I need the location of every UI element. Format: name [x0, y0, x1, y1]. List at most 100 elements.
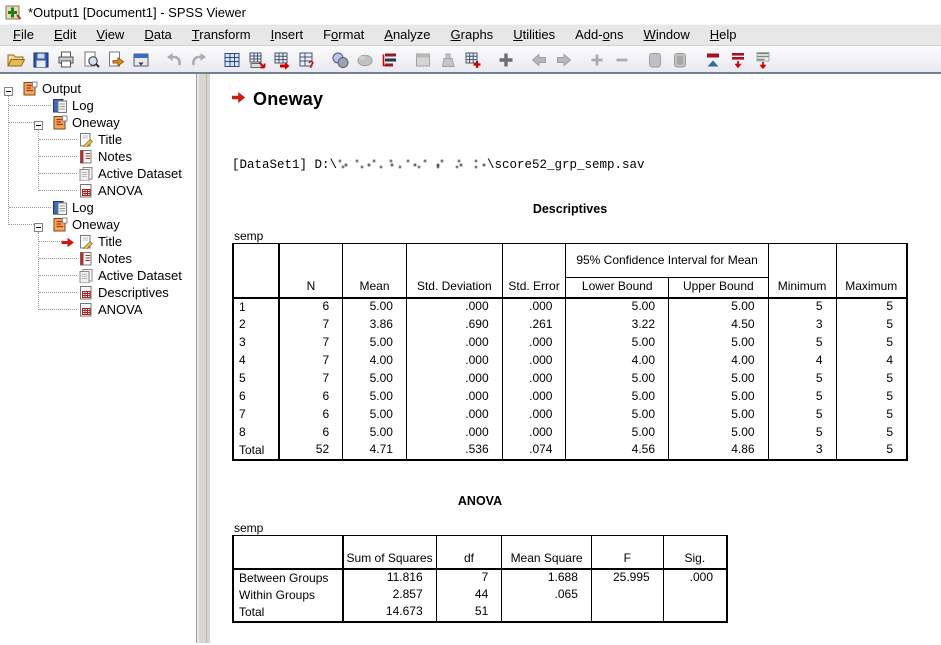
outline-item-notes[interactable]: Notes — [0, 148, 196, 165]
table-cell: 2.857 — [343, 587, 437, 604]
row-label: 8 — [233, 424, 279, 442]
menu-help[interactable]: Help — [700, 25, 747, 45]
open-file-button[interactable] — [3, 48, 28, 71]
menu-utilities[interactable]: Utilities — [503, 25, 565, 45]
menu-graphs[interactable]: Graphs — [441, 25, 504, 45]
window-title: *Output1 [Document1] - SPSS Viewer — [28, 5, 246, 20]
show-output-icon — [645, 50, 665, 70]
tree-connector — [39, 173, 77, 174]
row-label: 3 — [233, 334, 279, 352]
outline-item-output[interactable]: Output — [0, 80, 196, 97]
outline-item-notes[interactable]: Notes — [0, 250, 196, 267]
anova-table[interactable]: Sum of SquaresdfMean SquareFSig.Between … — [232, 535, 728, 624]
outline-pane: OutputLogOnewayTitleNotesActive DatasetA… — [0, 74, 197, 643]
menu-data[interactable]: Data — [134, 25, 181, 45]
ci-group-header: 95% Confidence Interval for Mean — [566, 244, 768, 278]
table-cell: 5.00 — [669, 406, 769, 424]
table-cell: 5.00 — [343, 298, 407, 316]
outline-item-oneway[interactable]: Oneway — [0, 114, 196, 131]
outline-item-label: Log — [72, 200, 94, 215]
insert-heading-icon — [728, 50, 748, 70]
pane-splitter[interactable] — [197, 74, 210, 643]
insert-text-button[interactable] — [750, 48, 775, 71]
table-cell: 5.00 — [566, 370, 669, 388]
tree-connector — [39, 156, 77, 157]
find-button[interactable] — [327, 48, 352, 71]
outline-item-title[interactable]: Title — [0, 233, 196, 250]
hide-output-icon — [670, 50, 690, 70]
menu-analyze[interactable]: Analyze — [374, 25, 440, 45]
table-cell: .000 — [406, 352, 502, 370]
insert-heading-button[interactable] — [725, 48, 750, 71]
menu-edit[interactable]: Edit — [44, 25, 86, 45]
goto-data-button[interactable] — [244, 48, 269, 71]
outline-item-anova[interactable]: ANOVA — [0, 301, 196, 318]
outline-item-title[interactable]: Title — [0, 131, 196, 148]
descriptives-table[interactable]: NMeanStd. DeviationStd. Error95% Confide… — [232, 243, 908, 461]
table-cell: .074 — [502, 442, 566, 460]
outline-item-label: Notes — [98, 251, 132, 266]
table-cell: 5.00 — [566, 406, 669, 424]
notes-icon — [78, 149, 94, 164]
outline-item-anova[interactable]: ANOVA — [0, 182, 196, 199]
table-cell: 5 — [768, 406, 836, 424]
print-preview-button[interactable] — [78, 48, 103, 71]
collapse-all-button[interactable] — [700, 48, 725, 71]
table-cell: .000 — [406, 388, 502, 406]
print-button[interactable] — [53, 48, 78, 71]
insert-table-button[interactable] — [460, 48, 485, 71]
row-label: 6 — [233, 388, 279, 406]
use-sets-button[interactable] — [377, 48, 402, 71]
collapse-expander-icon[interactable] — [34, 118, 43, 127]
variables-button[interactable]: ? — [294, 48, 319, 71]
select-last-output-button — [352, 48, 377, 71]
table-cell: 5 — [836, 298, 907, 316]
collapse-all-icon — [703, 50, 723, 70]
outline-item-log[interactable]: Log — [0, 97, 196, 114]
anova-corner-cell — [233, 535, 343, 569]
outline-item-active-dataset[interactable]: Active Dataset — [0, 267, 196, 284]
menu-window[interactable]: Window — [634, 25, 700, 45]
collapse-outline-button — [609, 48, 634, 71]
title-icon — [78, 234, 94, 249]
outline-item-oneway[interactable]: Oneway — [0, 216, 196, 233]
goto-table-button[interactable] — [219, 48, 244, 71]
collapse-expander-icon[interactable] — [34, 220, 43, 229]
table-icon — [78, 183, 94, 198]
table-cell: 5 — [768, 370, 836, 388]
export-output-button[interactable] — [103, 48, 128, 71]
menu-file[interactable]: File — [3, 25, 44, 45]
menu-transform[interactable]: Transform — [182, 25, 261, 45]
menu-format[interactable]: Format — [313, 25, 374, 45]
table-cell: 4.00 — [566, 352, 669, 370]
select-last-output-icon — [355, 50, 375, 70]
column-header: Maximum — [836, 244, 907, 298]
dataset-icon — [78, 166, 94, 181]
outline-item-active-dataset[interactable]: Active Dataset — [0, 165, 196, 182]
recall-dialogs-button[interactable] — [128, 48, 153, 71]
save-file-button[interactable] — [28, 48, 53, 71]
designate-window-icon — [413, 50, 433, 70]
goto-case-button[interactable] — [269, 48, 294, 71]
book-icon — [22, 81, 38, 96]
goto-table-icon — [222, 50, 242, 70]
table-cell: .000 — [502, 406, 566, 424]
table-row: 273.86.690.2613.224.5035 — [233, 316, 907, 334]
outline-item-log[interactable]: Log — [0, 199, 196, 216]
outline-item-descriptives[interactable]: Descriptives — [0, 284, 196, 301]
toolbar: ? — [0, 46, 941, 74]
outline-item-label: Oneway — [72, 217, 120, 232]
menu-view[interactable]: View — [86, 25, 134, 45]
table-cell: 44 — [436, 587, 502, 604]
menu-add-ons[interactable]: Add-ons — [565, 25, 633, 45]
insert-object-button[interactable] — [493, 48, 518, 71]
row-label: 4 — [233, 352, 279, 370]
menu-insert[interactable]: Insert — [261, 25, 314, 45]
table-cell: .000 — [406, 334, 502, 352]
collapse-expander-icon[interactable] — [4, 84, 13, 93]
outline-item-label: Notes — [98, 149, 132, 164]
tree-connector — [39, 258, 77, 259]
table-cell: .261 — [502, 316, 566, 334]
table-cell: 5.00 — [669, 298, 769, 316]
outline-item-label: Log — [72, 98, 94, 113]
